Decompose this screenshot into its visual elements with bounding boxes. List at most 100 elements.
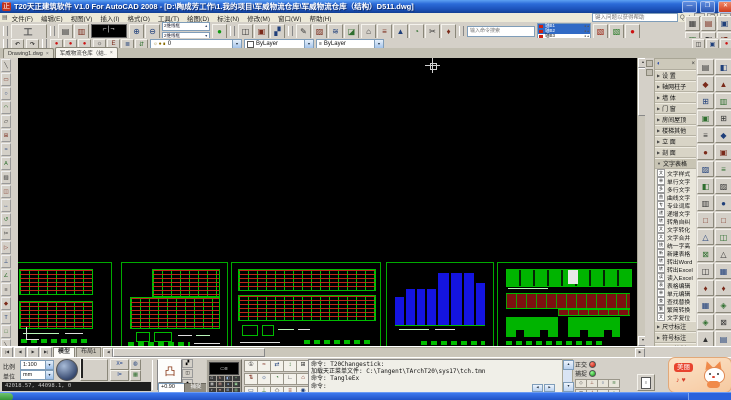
tarch-tool-icon[interactable]: ◫ (715, 229, 731, 245)
tarch-tool-icon[interactable]: ⊠ (697, 246, 714, 262)
drafting-toggle-icon[interactable]: ≈ (257, 360, 271, 372)
tarch-tool-icon[interactable]: ♦ (697, 280, 714, 296)
tarch-tool-icon[interactable]: ▲ (697, 331, 714, 347)
dock-knob[interactable] (646, 69, 653, 76)
drafting-toggle-icon[interactable]: ① (244, 360, 258, 372)
tarch-tool-icon[interactable]: ◧ (715, 59, 731, 75)
scroll-right-icon[interactable]: ▶ (544, 384, 555, 392)
layer-state-icon[interactable]: ● (625, 24, 640, 39)
scroll-thumb[interactable] (113, 348, 265, 357)
tarch-tool-icon[interactable]: ▤ (697, 59, 714, 75)
draw-tool-icon[interactable]: ⊥ (1, 255, 11, 268)
menu-item[interactable]: 帮助(H) (305, 13, 335, 23)
block-tool-icon[interactable]: ▞ (270, 24, 285, 39)
dock-knob[interactable] (646, 60, 653, 67)
zoom-tool-icon[interactable]: ⊖ (145, 24, 160, 39)
grid-tool-icon[interactable]: ▦ (685, 16, 700, 31)
drafting-toggle-icon[interactable]: ⇄ (270, 360, 284, 372)
tarch-tool-icon[interactable]: ▤ (715, 331, 731, 347)
search-icon[interactable]: Q (680, 15, 685, 21)
menu-item[interactable]: 编辑(E) (37, 13, 67, 23)
calculator-widget[interactable]: ▭≡ ⊡↻◧+▦▤●▣◐≋⊞▥ (206, 359, 242, 394)
palette-group-expanded[interactable]: ▼文字表格 (655, 158, 697, 169)
draw-tool-icon[interactable]: ↺ (1, 213, 11, 226)
ortho-toggle[interactable]: 正交 (575, 360, 596, 369)
tarch-tool-icon[interactable]: □ (715, 212, 731, 228)
calculator-key[interactable]: ↻ (217, 376, 224, 381)
screen-menu-toggle-button[interactable] (80, 359, 108, 381)
drafting-toggle-icon[interactable]: ∟ (283, 373, 297, 385)
block-tool-icon[interactable]: ▣ (254, 24, 269, 39)
palette-group[interactable]: ▶墙 体 (655, 92, 697, 103)
palette-group[interactable]: ▶立 面 (655, 136, 697, 147)
tarch-tool-icon[interactable]: ▥ (715, 93, 731, 109)
draw-tool-icon[interactable]: ✎ (296, 24, 311, 39)
palette-close-icon[interactable]: × (691, 61, 695, 67)
tarch-tool-icon[interactable]: ▦ (715, 263, 731, 279)
misc-tool-icon[interactable]: ⌂ (361, 24, 376, 39)
drawing-canvas[interactable] (18, 58, 637, 346)
draw-tool-icon[interactable]: ▱ (1, 115, 11, 128)
tarch-logo-button[interactable]: 工 (11, 24, 47, 39)
draw-tool-icon[interactable]: ≋ (328, 24, 343, 39)
calculator-key[interactable]: + (233, 376, 240, 381)
layer-state-icon[interactable]: ▧ (593, 24, 608, 39)
draw-tool-icon[interactable]: ◠ (1, 101, 11, 114)
draw-tool-icon[interactable]: □ (1, 325, 11, 338)
grid-mini-icon[interactable]: ▦ (130, 370, 141, 381)
draw-tool-icon[interactable]: ◪ (344, 24, 359, 39)
command-search-input[interactable] (467, 26, 535, 37)
draw-tool-icon[interactable]: A (1, 157, 11, 170)
palette-group[interactable]: ▶门 窗 (655, 103, 697, 114)
scroll-down-icon[interactable]: ▼ (563, 382, 574, 392)
coord-x-button[interactable]: X= (110, 359, 129, 370)
tarch-tool-icon[interactable]: ◧ (697, 178, 714, 194)
tarch-tool-icon[interactable]: ♦ (715, 280, 731, 296)
draw-tool-icon[interactable]: ✂ (1, 227, 11, 240)
zoom-tool-icon[interactable]: ⊕ (129, 24, 144, 39)
clipboard-button[interactable]: ≡ (637, 374, 655, 391)
tarch-tool-icon[interactable]: △ (697, 229, 714, 245)
grid-tool-icon[interactable]: ▣ (717, 16, 731, 31)
calculator-key[interactable]: ▦ (209, 382, 216, 387)
unit-combo[interactable]: mm▼ (20, 370, 54, 380)
tarch-tool-icon[interactable]: ▣ (715, 144, 731, 160)
tarch-tool-icon[interactable]: ≡ (697, 127, 714, 143)
draw-tool-icon[interactable]: ◫ (1, 185, 11, 198)
tarch-tool-icon[interactable]: ⊞ (697, 93, 714, 109)
draw-tool-icon[interactable]: ≡ (1, 283, 11, 296)
start-button[interactable] (0, 393, 13, 400)
tarch-tool-icon[interactable]: ◈ (697, 314, 714, 330)
palette-group[interactable]: ▶剖 面 (655, 147, 697, 158)
scroll-up-icon[interactable]: ▲ (563, 360, 574, 370)
block-tool-icon[interactable]: ◫ (238, 24, 253, 39)
document-tab[interactable]: 军威物流仓库（结..× (55, 47, 118, 58)
draw-tool-icon[interactable]: ○ (1, 87, 11, 100)
tarch-tool-icon[interactable]: ● (697, 144, 714, 160)
tarch-tool-icon[interactable]: ▥ (697, 195, 714, 211)
layout-preview-box[interactable]: ⌐|¬ (91, 24, 127, 38)
close-button[interactable]: ✕ (718, 1, 731, 13)
draw-tool-icon[interactable]: ▨ (1, 171, 11, 184)
menu-item[interactable]: 文件(F) (8, 13, 37, 23)
menu-item[interactable]: 窗口(W) (274, 13, 305, 23)
draw-tool-icon[interactable]: ╲ (1, 59, 11, 72)
render-ball-icon[interactable]: ● (212, 24, 227, 39)
calculator-key[interactable]: ● (225, 382, 232, 387)
misc-tool-icon[interactable]: ≡ (377, 24, 392, 39)
view-style-combo-1[interactable]: 2维线框▲ (162, 22, 210, 31)
tarch-tool-icon[interactable]: ◆ (715, 127, 731, 143)
command-scrollbar[interactable]: ▲ ▼ (562, 359, 573, 393)
minimize-button[interactable]: — (682, 1, 697, 13)
palette-group[interactable]: ▶轴网柱子 (655, 81, 697, 92)
file-tool-icon[interactable]: ▤ (58, 24, 73, 39)
palette-group[interactable]: ▶尺寸标注 (655, 321, 697, 332)
tarch-tool-icon[interactable]: ◫ (697, 263, 714, 279)
draw-tool-icon[interactable]: ≈ (1, 143, 11, 156)
tarch-tool-icon[interactable]: ▨ (715, 178, 731, 194)
draw-tool-icon[interactable]: T (1, 311, 11, 324)
scroll-right-icon[interactable]: ▶ (635, 348, 645, 358)
scroll-left-icon[interactable]: ◀ (532, 384, 543, 392)
draw-tool-icon[interactable]: ▷ (1, 241, 11, 254)
command-line[interactable]: 命令: T20Changestick:加载天正菜单文件: C:\Tangent\… (308, 359, 568, 395)
